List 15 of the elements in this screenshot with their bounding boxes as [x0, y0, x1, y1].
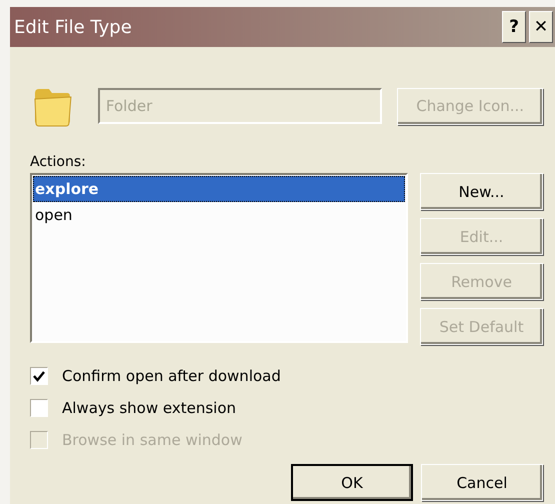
actions-label: Actions: — [30, 154, 87, 170]
option-label: Confirm open after download — [62, 367, 281, 385]
dialog-button[interactable]: Cancel — [421, 464, 543, 501]
action-item[interactable]: open — [33, 202, 405, 228]
actions-list[interactable]: explore open — [30, 173, 408, 343]
action-button[interactable]: New... — [420, 173, 543, 210]
checkbox[interactable] — [30, 367, 48, 385]
checkbox[interactable] — [30, 399, 48, 417]
option-label: Always show extension — [62, 399, 236, 417]
close-button[interactable]: ✕ — [529, 11, 553, 43]
window-title: Edit File Type — [14, 16, 132, 38]
option-label: Browse in same window — [62, 431, 242, 449]
dialog-button[interactable]: OK — [291, 464, 413, 501]
action-item[interactable]: explore — [33, 176, 405, 202]
help-button[interactable]: ? — [502, 11, 526, 43]
